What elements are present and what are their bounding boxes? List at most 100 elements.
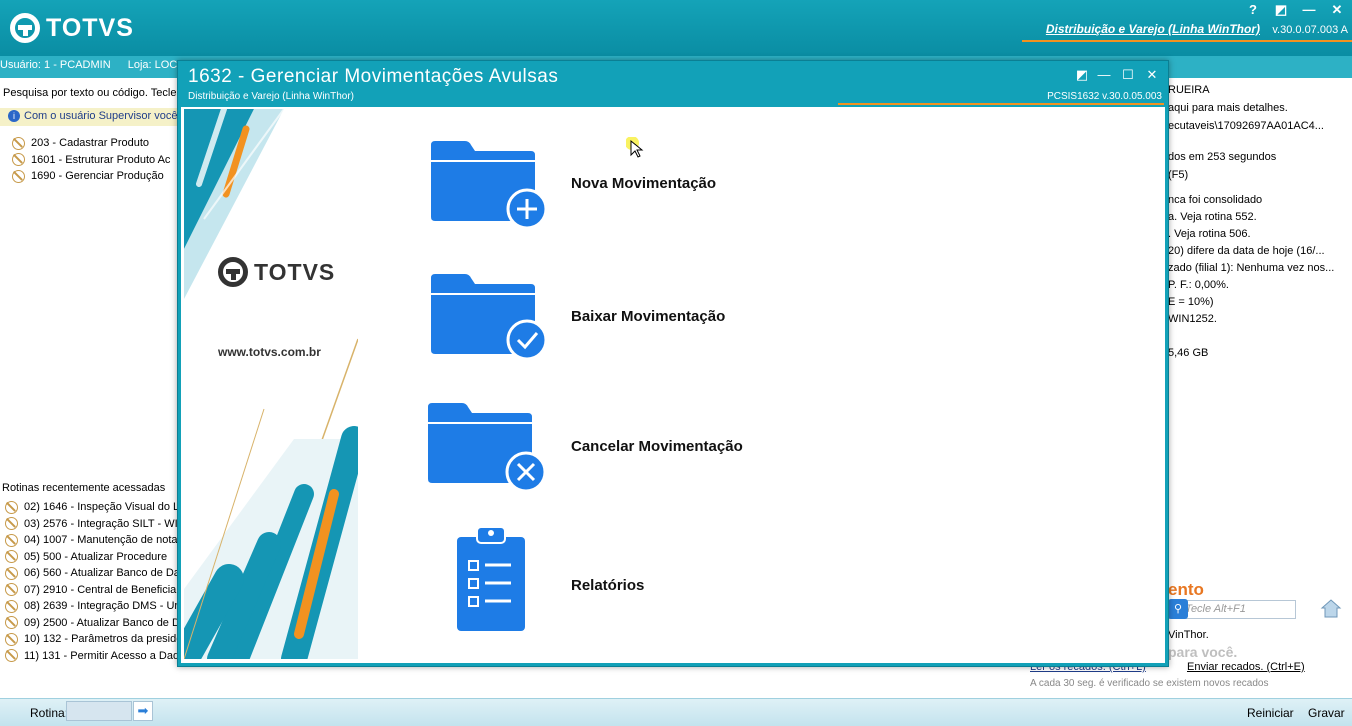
blocked-icon — [5, 599, 18, 613]
winthor-text: VinThor. — [1168, 629, 1209, 641]
totvs-logo: TOTVS — [10, 13, 134, 43]
restore-icon[interactable]: ◩ — [1274, 2, 1288, 18]
left-panel: Pesquisa por texto ou código. Tecle i Com… — [0, 80, 182, 680]
blocked-icon — [12, 153, 25, 167]
recent-item[interactable]: 08) 2639 - Integração DMS - Ur — [5, 598, 182, 615]
info-line: . Veja rotina 506. — [1168, 228, 1251, 240]
blocked-icon — [5, 616, 18, 630]
totvs-banner: TOTVS www.totvs.com.br — [184, 109, 358, 659]
supervisor-info: i Com o usuário Supervisor você — [0, 108, 180, 126]
info-line: a. Veja rotina 552. — [1168, 211, 1257, 223]
for-you-text: para você. — [1168, 644, 1238, 660]
recent-item[interactable]: 04) 1007 - Manutenção de nota — [5, 532, 182, 549]
section-heading: ento — [1168, 580, 1204, 599]
baixar-movimentacao-button[interactable] — [431, 270, 551, 362]
folder-plus-icon — [431, 141, 548, 229]
gravar-button[interactable]: Gravar — [1308, 706, 1345, 720]
bottom-bar: Rotina: ➡ Reiniciar Gravar — [0, 698, 1352, 726]
dialog-subtitle: Distribuição e Varejo (Linha WinThor) — [188, 91, 354, 102]
reiniciar-button[interactable]: Reiniciar — [1247, 706, 1294, 720]
send-messages-link[interactable]: Enviar recados. (Ctrl+E) — [1187, 661, 1305, 673]
clipboard-list-icon — [457, 526, 525, 631]
header-accent-line — [1022, 40, 1352, 42]
folder-check-icon — [431, 274, 548, 361]
recent-item[interactable]: 03) 2576 - Integração SILT - WI — [5, 516, 182, 533]
recent-item[interactable]: 09) 2500 - Atualizar Banco de D — [5, 615, 182, 632]
restore-icon[interactable]: ◩ — [1074, 67, 1090, 83]
recent-routines-title: Rotinas recentemente acessadas — [2, 482, 166, 494]
recent-routines-list: 02) 1646 - Inspeção Visual do L 03) 2576… — [5, 499, 182, 664]
info-line: nca foi consolidado — [1168, 194, 1263, 206]
recent-item[interactable]: 05) 500 - Atualizar Procedure — [5, 549, 182, 566]
routine-tree: 203 - Cadastrar Produto 1601 - Estrutura… — [12, 135, 170, 185]
info-line: E = 10%) — [1168, 296, 1214, 308]
arrow-right-icon[interactable]: ➡ — [133, 701, 153, 721]
info-line: P. F.: 0,00%. — [1168, 279, 1229, 291]
app-header: TOTVS ? ◩ — ✕ Distribuição e Varejo (Lin… — [0, 0, 1352, 56]
blocked-icon — [5, 500, 18, 514]
search-hint[interactable]: Pesquisa por texto ou código. Tecle — [3, 87, 176, 99]
tree-item[interactable]: 1601 - Estruturar Produto Ac — [12, 152, 170, 169]
banner-url: www.totvs.com.br — [218, 345, 321, 359]
cancelar-movimentacao-label[interactable]: Cancelar Movimentação — [571, 438, 743, 455]
app-version: v.30.0.07.003 A — [1272, 24, 1348, 36]
store-label: Loja: LOC — [127, 59, 178, 71]
close-icon[interactable]: ✕ — [1144, 67, 1160, 83]
minimize-icon[interactable]: — — [1302, 2, 1316, 18]
cancelar-movimentacao-button[interactable] — [428, 399, 552, 493]
blocked-icon — [5, 632, 18, 646]
close-icon[interactable]: ✕ — [1330, 2, 1344, 18]
nova-movimentacao-label[interactable]: Nova Movimentação — [571, 175, 716, 192]
home-icon[interactable] — [1320, 597, 1342, 619]
totvs-logo-icon — [218, 257, 248, 287]
relatorios-label[interactable]: Relatórios — [571, 577, 644, 594]
recent-item[interactable]: 11) 131 - Permitir Acesso a Dad — [5, 648, 182, 665]
tree-item[interactable]: 203 - Cadastrar Produto — [12, 135, 170, 152]
nova-movimentacao-button[interactable] — [431, 137, 551, 229]
dialog-accent-line — [838, 103, 1164, 105]
folder-x-icon — [428, 403, 547, 493]
info-line: dos em 253 segundos — [1168, 151, 1277, 163]
info-line: 20) difere da data de hoje (16/... — [1168, 245, 1325, 257]
blocked-icon — [5, 533, 18, 547]
blocked-icon — [12, 136, 25, 150]
info-line[interactable]: aqui para mais detalhes. — [1168, 102, 1288, 114]
product-name-link[interactable]: Distribuição e Varejo (Linha WinThor) — [1046, 22, 1260, 36]
recent-item[interactable]: 06) 560 - Atualizar Banco de Da — [5, 565, 182, 582]
dialog-version: PCSIS1632 v.30.0.05.003 — [1047, 91, 1162, 102]
help-icon[interactable]: ? — [1246, 2, 1260, 18]
messages-note: A cada 30 seg. é verificado se existem n… — [1030, 678, 1269, 689]
maximize-icon[interactable]: ☐ — [1120, 67, 1136, 83]
info-line: (F5) — [1168, 169, 1189, 181]
totvs-logo-icon — [10, 13, 40, 43]
recent-item[interactable]: 02) 1646 - Inspeção Visual do L — [5, 499, 182, 516]
recent-item[interactable]: 07) 2910 - Central de Beneficiar — [5, 582, 182, 599]
banner-logo: TOTVS — [218, 257, 335, 287]
blocked-icon — [5, 583, 18, 597]
blocked-icon — [5, 649, 18, 663]
tree-item[interactable]: 1690 - Gerenciar Produção — [12, 168, 170, 185]
info-line: 5,46 GB — [1168, 347, 1209, 359]
rotina-input[interactable] — [66, 701, 132, 721]
info-line: zado (filial 1): Nenhuma vez nos... — [1168, 262, 1335, 274]
blocked-icon — [5, 517, 18, 531]
info-line: RUEIRA — [1168, 84, 1210, 96]
rotina-label: Rotina: — [30, 706, 69, 720]
mouse-cursor-icon — [626, 137, 644, 158]
minimize-icon[interactable]: — — [1096, 67, 1112, 82]
baixar-movimentacao-label[interactable]: Baixar Movimentação — [571, 308, 725, 325]
recent-item[interactable]: 10) 132 - Parâmetros da presidê — [5, 631, 182, 648]
blocked-icon — [12, 169, 25, 183]
banner-graphic — [184, 109, 358, 659]
info-line: ecutaveis\17092697AA01AC4... — [1168, 120, 1324, 132]
blocked-icon — [5, 566, 18, 580]
info-icon: i — [8, 110, 20, 122]
blocked-icon — [5, 550, 18, 564]
relatorios-button[interactable] — [455, 525, 527, 633]
info-line: WIN1252. — [1168, 313, 1217, 325]
window-controls: ? ◩ — ✕ — [1246, 2, 1344, 18]
user-label: Usuário: 1 - PCADMIN — [0, 59, 111, 71]
search-icon[interactable]: ⚲ — [1168, 599, 1188, 619]
dialog-title: 1632 - Gerenciar Movimentações Avulsas — [188, 66, 559, 87]
routine-dialog: 1632 - Gerenciar Movimentações Avulsas D… — [177, 60, 1169, 667]
